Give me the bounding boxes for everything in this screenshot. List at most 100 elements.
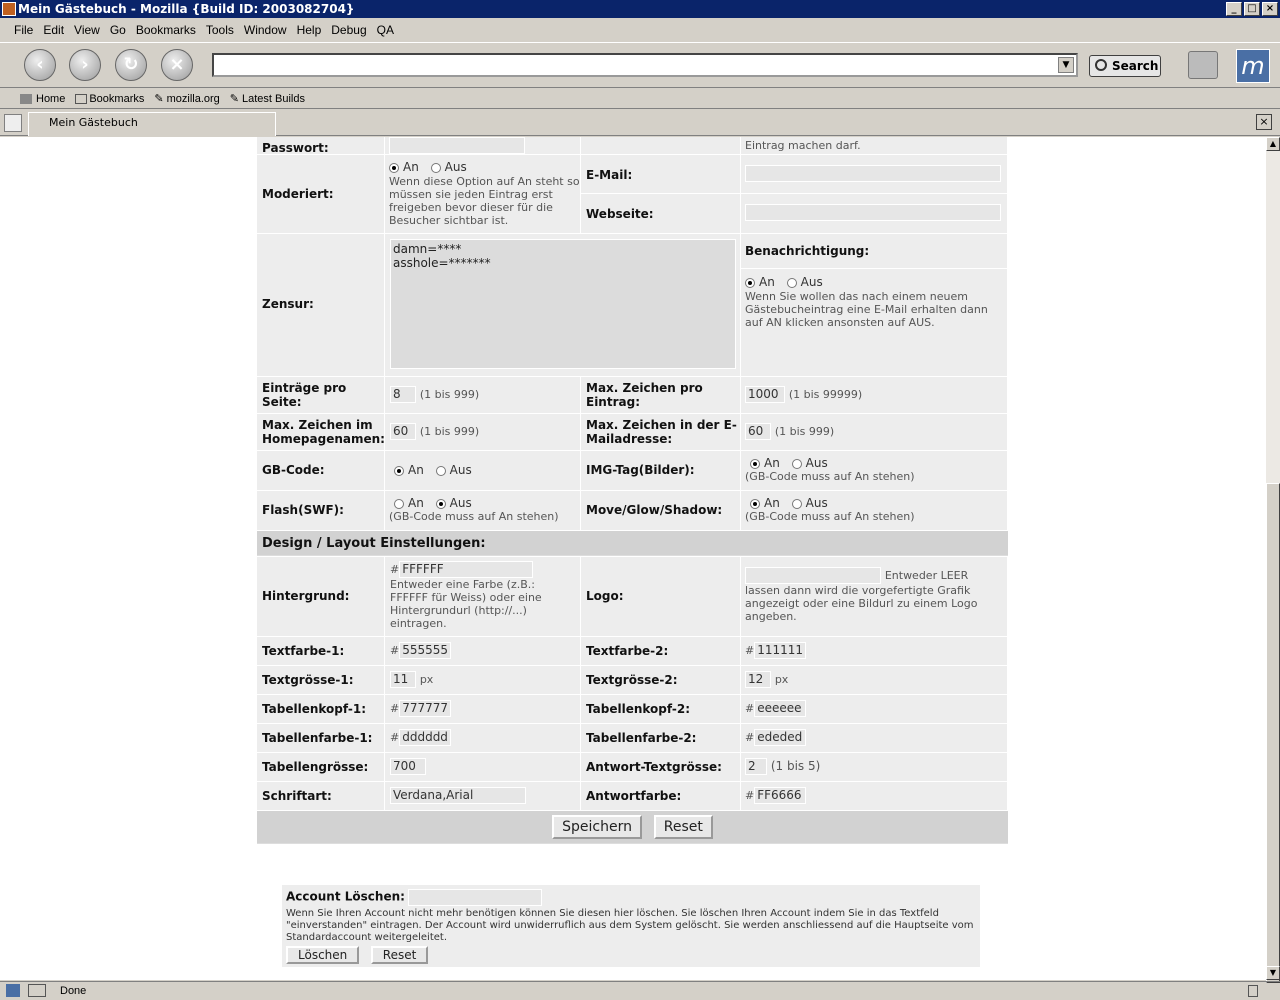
- print-icon[interactable]: [1188, 51, 1218, 79]
- bookmark-home[interactable]: Home: [20, 93, 65, 105]
- logo-input[interactable]: [745, 567, 881, 584]
- stop-icon[interactable]: ×: [161, 49, 193, 81]
- security-lock-icon: [1248, 985, 1258, 997]
- move-note: (GB-Code muss auf An stehen): [745, 510, 915, 523]
- textfarbe1-input[interactable]: 555555: [399, 642, 452, 659]
- bookmark-mozilla[interactable]: ✎ mozilla.org: [154, 92, 219, 106]
- flash-label: Flash(SWF):: [262, 503, 344, 517]
- personal-toolbar: Home Bookmarks ✎ mozilla.org ✎ Latest Buil…: [0, 89, 1280, 109]
- email-input[interactable]: [745, 165, 1001, 182]
- throbber-icon[interactable]: m: [1236, 49, 1270, 83]
- reset-button[interactable]: Reset: [653, 815, 713, 839]
- antwortgroesse-label: Antwort-Textgrösse:: [586, 760, 722, 774]
- account-delete-input[interactable]: [408, 889, 543, 906]
- new-tab-icon[interactable]: [4, 114, 22, 132]
- menu-go[interactable]: Go: [110, 23, 126, 37]
- farbe2-label: Tabellenfarbe-2:: [586, 731, 697, 745]
- status-text: Done: [60, 985, 87, 997]
- mozilla-status-icon: [6, 984, 20, 997]
- scroll-thumb[interactable]: [1266, 483, 1280, 983]
- flash-off-radio[interactable]: [435, 498, 446, 509]
- menu-tools[interactable]: Tools: [206, 23, 234, 37]
- menu-help[interactable]: Help: [297, 23, 322, 37]
- tab-mein-gaestebuch[interactable]: Mein Gästebuch: [28, 112, 276, 136]
- menu-edit[interactable]: Edit: [43, 23, 64, 37]
- passwort-input[interactable]: [389, 137, 525, 154]
- forward-arrow-icon[interactable]: ›: [69, 49, 101, 81]
- moderiert-on-radio[interactable]: [389, 162, 399, 173]
- flash-on-radio[interactable]: [394, 498, 404, 509]
- maxmail-label: Max. Zeichen in der E-Mailadresse:: [586, 418, 737, 446]
- bookmark-icon: ✎: [229, 93, 239, 105]
- move-off-radio[interactable]: [791, 498, 802, 509]
- schrift-input[interactable]: Verdana,Arial: [390, 787, 526, 804]
- move-on-radio[interactable]: [750, 498, 760, 509]
- menubar: File Edit View Go Bookmarks Tools Window…: [0, 19, 1280, 41]
- benach-off-radio[interactable]: [786, 277, 797, 288]
- antwortfarbe-label: Antwortfarbe:: [586, 789, 682, 803]
- textgroesse2-input[interactable]: 12: [745, 671, 771, 688]
- tabgroesse-input[interactable]: 700: [390, 758, 426, 775]
- gbcode-on-radio[interactable]: [394, 465, 404, 476]
- kopf2-label: Tabellenkopf-2:: [586, 702, 691, 716]
- url-dropdown-icon[interactable]: ▼: [1058, 57, 1074, 73]
- menu-view[interactable]: View: [74, 23, 100, 37]
- search-label: Search: [1112, 59, 1159, 73]
- farbe2-input[interactable]: ededed: [754, 729, 807, 746]
- bookmark-folder[interactable]: Bookmarks: [75, 93, 144, 105]
- passwort-label: Passwort:: [262, 141, 329, 155]
- close-window-button[interactable]: ×: [1262, 2, 1278, 16]
- textfarbe2-input[interactable]: 111111: [754, 642, 807, 659]
- menu-bookmarks[interactable]: Bookmarks: [136, 23, 196, 37]
- reload-icon[interactable]: ↻: [115, 49, 147, 81]
- save-button[interactable]: Speichern: [552, 815, 642, 839]
- schrift-label: Schriftart:: [262, 789, 332, 803]
- antwortgroesse-input[interactable]: 2: [745, 758, 767, 775]
- webseite-input[interactable]: [745, 204, 1001, 221]
- zensur-textarea[interactable]: damn=**** asshole=*******: [390, 239, 736, 369]
- textgroesse1-input[interactable]: 11: [390, 671, 416, 688]
- back-arrow-icon[interactable]: ‹: [24, 49, 56, 81]
- menu-window[interactable]: Window: [244, 23, 287, 37]
- maxzeichen-label: Max. Zeichen pro Eintrag:: [586, 381, 703, 409]
- bookmark-latest-builds[interactable]: ✎ Latest Builds: [229, 92, 305, 106]
- scroll-up-icon[interactable]: ▲: [1266, 137, 1280, 151]
- maxhome-input[interactable]: 60: [390, 423, 416, 440]
- imgtag-off-radio[interactable]: [791, 458, 802, 469]
- hintergrund-label: Hintergrund:: [262, 589, 350, 603]
- url-input[interactable]: ▼: [212, 53, 1078, 77]
- farbe1-input[interactable]: dddddd: [399, 729, 452, 746]
- window-titlebar: Mein Gästebuch - Mozilla {Build ID: 2003…: [0, 0, 1280, 18]
- close-tab-icon[interactable]: ×: [1256, 114, 1272, 130]
- minimize-button[interactable]: _: [1226, 2, 1242, 16]
- eintraege-label: Einträge pro Seite:: [262, 381, 347, 409]
- moderiert-off-radio[interactable]: [430, 162, 441, 173]
- vertical-scrollbar[interactable]: ▲ ▼: [1266, 137, 1280, 983]
- maximize-button[interactable]: □: [1244, 2, 1260, 16]
- zensur-label: Zensur:: [262, 297, 314, 311]
- menu-debug[interactable]: Debug: [331, 23, 366, 37]
- menu-qa[interactable]: QA: [377, 23, 394, 37]
- kopf1-input[interactable]: 777777: [399, 700, 452, 717]
- gbcode-off-radio[interactable]: [435, 465, 446, 476]
- home-icon: [20, 93, 32, 104]
- imgtag-on-radio[interactable]: [750, 458, 760, 469]
- benach-on-radio[interactable]: [745, 277, 755, 288]
- maxzeichen-input[interactable]: 1000: [745, 386, 785, 403]
- hintergrund-input[interactable]: FFFFFF: [399, 561, 534, 578]
- antwortfarbe-input[interactable]: FF6666: [754, 787, 807, 804]
- scroll-down-icon[interactable]: ▼: [1266, 966, 1280, 980]
- kopf2-input[interactable]: eeeeee: [754, 700, 807, 717]
- account-delete-box: Account Löschen: Wenn Sie Ihren Account …: [282, 885, 980, 967]
- mail-status-icon[interactable]: [28, 984, 46, 997]
- menu-file[interactable]: File: [14, 23, 33, 37]
- eintraege-input[interactable]: 8: [390, 386, 416, 403]
- search-button[interactable]: Search: [1089, 55, 1161, 77]
- maxmail-input[interactable]: 60: [745, 423, 771, 440]
- gbcode-label: GB-Code:: [262, 463, 325, 477]
- logo-note: lassen dann wird die vorgefertigte Grafi…: [745, 584, 978, 623]
- page-content: Passwort: Eintrag machen darf. Moderiert…: [0, 137, 1266, 980]
- moderiert-note: Wenn diese Option auf An steht so müssen…: [389, 175, 580, 227]
- account-delete-button[interactable]: Löschen: [286, 946, 360, 964]
- account-reset-button[interactable]: Reset: [370, 946, 429, 964]
